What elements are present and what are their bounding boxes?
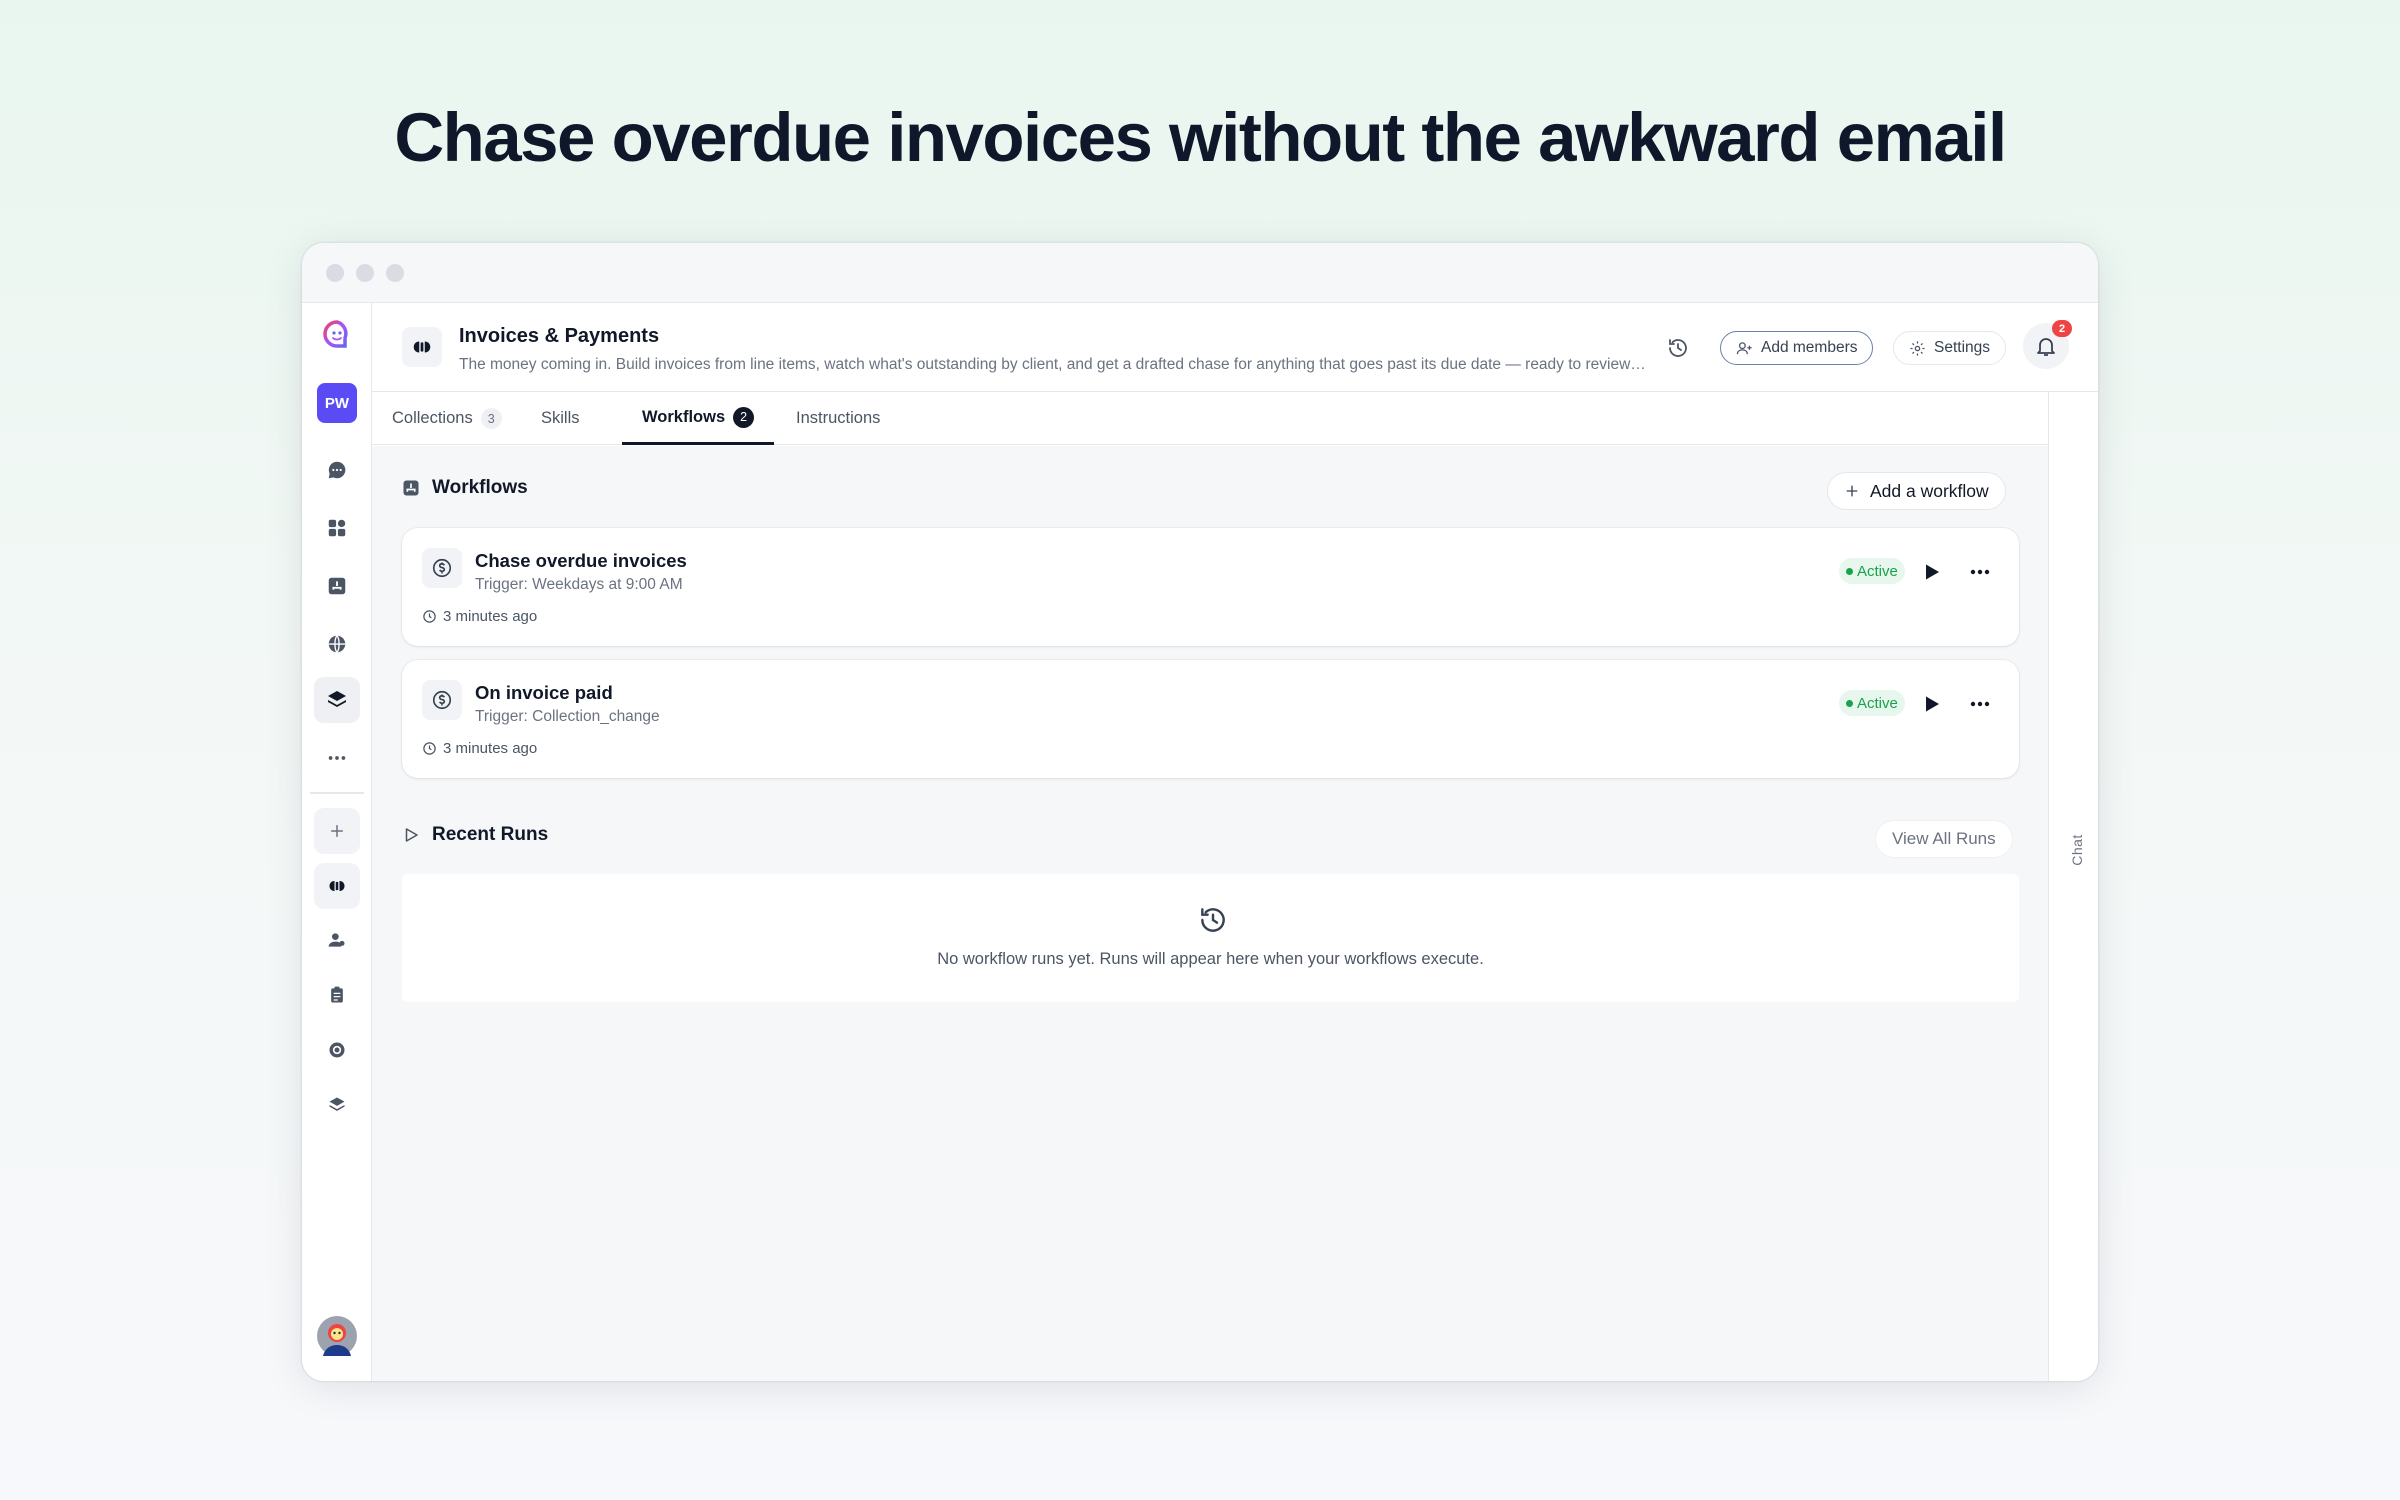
workflows-section-title: Workflows xyxy=(432,477,528,498)
view-all-runs-button[interactable]: View All Runs xyxy=(1875,820,2013,858)
chat-rail-label: Chat xyxy=(2068,834,2085,866)
recent-runs-empty-state: No workflow runs yet. Runs will appear h… xyxy=(402,874,2019,1002)
play-outline-icon xyxy=(405,828,418,842)
tab-skills[interactable]: Skills xyxy=(521,392,600,445)
dollar-icon xyxy=(422,680,462,720)
workflow-trigger: Trigger: Collection_change xyxy=(475,708,660,725)
recent-runs-title: Recent Runs xyxy=(432,824,549,845)
workflow-name[interactable]: Chase overdue invoices xyxy=(475,550,687,572)
user-avatar[interactable] xyxy=(314,1313,360,1359)
notification-count-badge: 2 xyxy=(2052,320,2072,337)
main-area: Invoices & Payments The money coming in.… xyxy=(372,303,2098,1381)
add-user-icon xyxy=(1736,341,1752,354)
tab-count-badge: 3 xyxy=(480,408,502,429)
workflows-section-header: Workflows xyxy=(402,477,528,499)
stack-icon[interactable] xyxy=(314,1082,360,1128)
chat-rail[interactable]: Chat xyxy=(2048,392,2098,1381)
project-description: The money coming in. Build invoices from… xyxy=(459,356,1649,373)
add-members-label: Add members xyxy=(1761,339,1858,356)
status-dot xyxy=(1846,567,1853,575)
chat-icon[interactable] xyxy=(314,447,360,493)
target-icon[interactable] xyxy=(314,1027,360,1073)
gear-icon xyxy=(1910,340,1925,356)
workflows-content: Workflows Add a workflow Chase overdue i… xyxy=(372,446,2048,1381)
workflow-updated-text: 3 minutes ago xyxy=(443,740,538,757)
workflow-icon xyxy=(403,480,419,496)
play-icon xyxy=(1926,696,1939,712)
layers-icon[interactable] xyxy=(314,677,360,723)
plus-icon[interactable] xyxy=(314,808,360,854)
globe-icon[interactable] xyxy=(314,621,360,667)
workflow-menu-button[interactable] xyxy=(1965,692,1995,716)
status-label: Active xyxy=(1857,562,1898,580)
settings-label: Settings xyxy=(1934,339,1991,356)
workflow-trigger: Trigger: Weekdays at 9:00 AM xyxy=(475,576,683,593)
workflow-card[interactable]: On invoice paid Trigger: Collection_chan… xyxy=(402,660,2019,778)
clock-icon xyxy=(423,742,436,755)
workflow-card[interactable]: Chase overdue invoices Trigger: Weekdays… xyxy=(402,528,2019,646)
add-members-button[interactable]: Add members xyxy=(1720,331,1874,365)
settings-button[interactable]: Settings xyxy=(1893,331,2007,365)
page-headline: Chase overdue invoices without the awkwa… xyxy=(394,99,2007,176)
window-titlebar xyxy=(302,243,2098,303)
add-workflow-label: Add a workflow xyxy=(1870,480,1989,501)
workflow-menu-button[interactable] xyxy=(1965,560,1995,584)
plus-icon xyxy=(1846,485,1858,497)
clipboard-icon[interactable] xyxy=(314,972,360,1018)
more-icon[interactable] xyxy=(314,735,360,781)
window-maximize-dot[interactable] xyxy=(386,264,404,282)
status-badge: Active xyxy=(1839,558,1905,584)
tab-label: Workflows xyxy=(642,407,726,426)
bell-icon xyxy=(2037,338,2055,356)
more-icon xyxy=(1970,701,1990,707)
run-workflow-button[interactable] xyxy=(1919,692,1943,716)
play-icon xyxy=(1926,564,1939,580)
history-icon xyxy=(1197,904,1229,936)
window-minimize-dot[interactable] xyxy=(356,264,374,282)
tab-workflows[interactable]: Workflows 2 xyxy=(622,392,775,445)
tab-label: Instructions xyxy=(796,409,881,427)
person-icon[interactable] xyxy=(314,917,360,963)
add-workflow-button[interactable]: Add a workflow xyxy=(1827,472,2006,510)
run-workflow-button[interactable] xyxy=(1919,560,1943,584)
tab-count-badge: 2 xyxy=(733,406,755,428)
project-icon xyxy=(402,327,442,367)
workflow-updated: 3 minutes ago xyxy=(422,740,537,757)
tab-bar: Collections 3 Skills Workflows 2 Instruc… xyxy=(372,392,2048,445)
app-window: PW Invoices & Payments The money coming … xyxy=(302,243,2098,1381)
history-icon[interactable] xyxy=(1666,336,1690,360)
window-close-dot[interactable] xyxy=(326,264,344,282)
sidebar-divider xyxy=(310,792,364,794)
clock-icon xyxy=(423,610,436,623)
status-badge: Active xyxy=(1839,690,1905,716)
workflow-updated-text: 3 minutes ago xyxy=(443,608,538,625)
apps-grid-icon[interactable] xyxy=(314,505,360,551)
tab-collections[interactable]: Collections 3 xyxy=(372,392,522,445)
status-dot xyxy=(1846,699,1853,707)
workflow-updated: 3 minutes ago xyxy=(422,608,537,625)
workspace-avatar[interactable]: PW xyxy=(317,383,357,423)
project-header: Invoices & Payments The money coming in.… xyxy=(372,303,2098,392)
workflow-icon[interactable] xyxy=(314,563,360,609)
tab-label: Skills xyxy=(541,409,580,427)
status-label: Active xyxy=(1857,694,1898,712)
tab-label: Collections xyxy=(392,409,473,427)
recent-runs-header: Recent Runs xyxy=(402,824,548,846)
dollar-icon xyxy=(422,548,462,588)
more-icon xyxy=(1970,569,1990,575)
project-icon[interactable] xyxy=(314,863,360,909)
workflow-name[interactable]: On invoice paid xyxy=(475,682,613,704)
sidebar: PW xyxy=(302,303,372,1381)
tab-instructions[interactable]: Instructions xyxy=(776,392,900,445)
empty-state-text: No workflow runs yet. Runs will appear h… xyxy=(937,950,1484,968)
project-title: Invoices & Payments xyxy=(459,325,660,347)
app-logo-icon[interactable] xyxy=(314,311,360,357)
